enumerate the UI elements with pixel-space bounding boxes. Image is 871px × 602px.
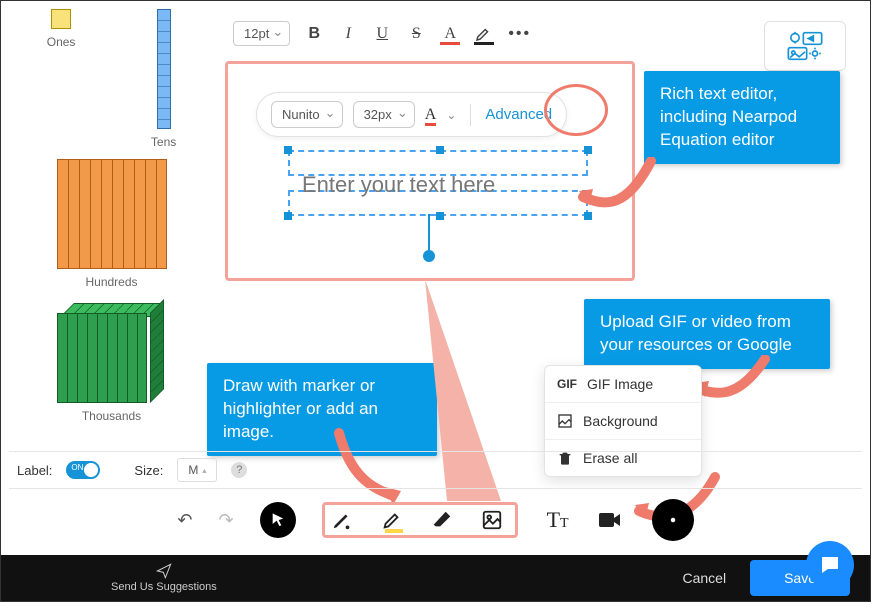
text-size-select[interactable]: 32px — [353, 101, 415, 128]
video-tool[interactable] — [598, 510, 626, 530]
text-editor-callout: Nunito 32px A ⌄ Advanced Enter your text… — [225, 61, 635, 281]
options-bar: Label: ON Size: M▴ ? — [9, 451, 862, 489]
redo-button[interactable]: ↷ — [219, 510, 234, 531]
cursor-icon — [270, 512, 286, 528]
more-options-button[interactable]: ••• — [508, 25, 528, 43]
callout-rich-text: Rich text editor, including Nearpod Equa… — [644, 71, 840, 164]
highlighter-icon — [381, 509, 403, 531]
rotate-handle-line — [428, 214, 430, 252]
canvas-toolbar: ↶ ↷ TT — [1, 493, 870, 547]
hundreds-block[interactable]: Hundreds — [57, 159, 167, 289]
gif-image-option[interactable]: GIF GIF Image — [545, 366, 701, 402]
help-icon[interactable]: ? — [231, 462, 247, 478]
footer-bar: Send Us Suggestions Cancel Save — [1, 555, 870, 601]
chat-button[interactable] — [806, 541, 854, 589]
place-value-palette: Ones Tens Hundreds Thousands — [9, 9, 214, 437]
hundreds-label: Hundreds — [85, 275, 137, 289]
rotate-handle[interactable] — [423, 250, 435, 262]
ones-block[interactable]: Ones — [47, 9, 76, 149]
text-placeholder: Enter your text here — [302, 172, 495, 198]
label-toggle[interactable]: ON — [66, 461, 100, 479]
eraser-icon — [431, 509, 453, 531]
background-icon — [557, 413, 573, 429]
divider — [470, 104, 471, 126]
tens-block[interactable]: Tens — [151, 9, 176, 149]
strikethrough-button[interactable]: S — [406, 25, 426, 43]
more-tools[interactable] — [652, 499, 694, 541]
text-format-toolbar: Nunito 32px A ⌄ Advanced — [256, 92, 567, 137]
video-icon — [598, 510, 622, 530]
image-tool[interactable] — [481, 509, 509, 531]
callout-draw: Draw with marker or highlighter or add a… — [207, 363, 437, 456]
ones-label: Ones — [47, 35, 76, 49]
underline-button[interactable]: U — [372, 25, 392, 43]
chat-icon — [818, 553, 842, 577]
advanced-button[interactable]: Advanced — [485, 106, 552, 123]
font-family-select[interactable]: Nunito — [271, 101, 343, 128]
thousands-block[interactable]: Thousands — [57, 303, 167, 423]
size-text: Size: — [134, 463, 163, 478]
image-icon — [481, 509, 503, 531]
marker-tool[interactable] — [331, 509, 359, 531]
annotation-circle — [544, 84, 608, 136]
background-option[interactable]: Background — [545, 402, 701, 439]
font-color-button[interactable]: A — [425, 106, 437, 124]
plus-icon — [664, 511, 682, 529]
text-color-button[interactable]: A — [440, 25, 460, 43]
bold-button[interactable]: B — [304, 25, 324, 43]
gif-image-label: GIF Image — [587, 376, 653, 392]
tens-label: Tens — [151, 135, 176, 149]
cancel-button[interactable]: Cancel — [682, 570, 726, 586]
send-suggestions-button[interactable]: Send Us Suggestions — [111, 563, 217, 593]
italic-button[interactable]: I — [338, 25, 358, 43]
font-size-select[interactable]: 12pt — [233, 21, 290, 46]
size-select[interactable]: M▴ — [177, 458, 217, 482]
gif-icon: GIF — [557, 377, 577, 391]
thousands-label: Thousands — [82, 409, 141, 423]
chevron-down-icon[interactable]: ⌄ — [446, 108, 456, 122]
label-text: Label: — [17, 463, 52, 478]
media-icon — [785, 30, 825, 62]
pen-icon — [331, 509, 353, 531]
pointer-tool[interactable] — [260, 502, 296, 538]
text-selection-box[interactable]: Enter your text here — [288, 150, 588, 216]
paper-plane-icon — [154, 563, 174, 579]
callout-upload-gif: Upload GIF or video from your resources … — [584, 299, 830, 369]
editor-toolbar: 12pt B I U S A ••• — [233, 21, 528, 46]
undo-button[interactable]: ↶ — [177, 510, 192, 531]
draw-tools-group — [322, 502, 518, 538]
eraser-tool[interactable] — [431, 509, 459, 531]
background-label: Background — [583, 413, 658, 429]
highlighter-tool[interactable] — [381, 509, 409, 531]
text-tool[interactable]: TT — [544, 507, 572, 533]
highlight-color-button[interactable] — [474, 25, 494, 43]
add-media-button[interactable] — [764, 21, 846, 71]
